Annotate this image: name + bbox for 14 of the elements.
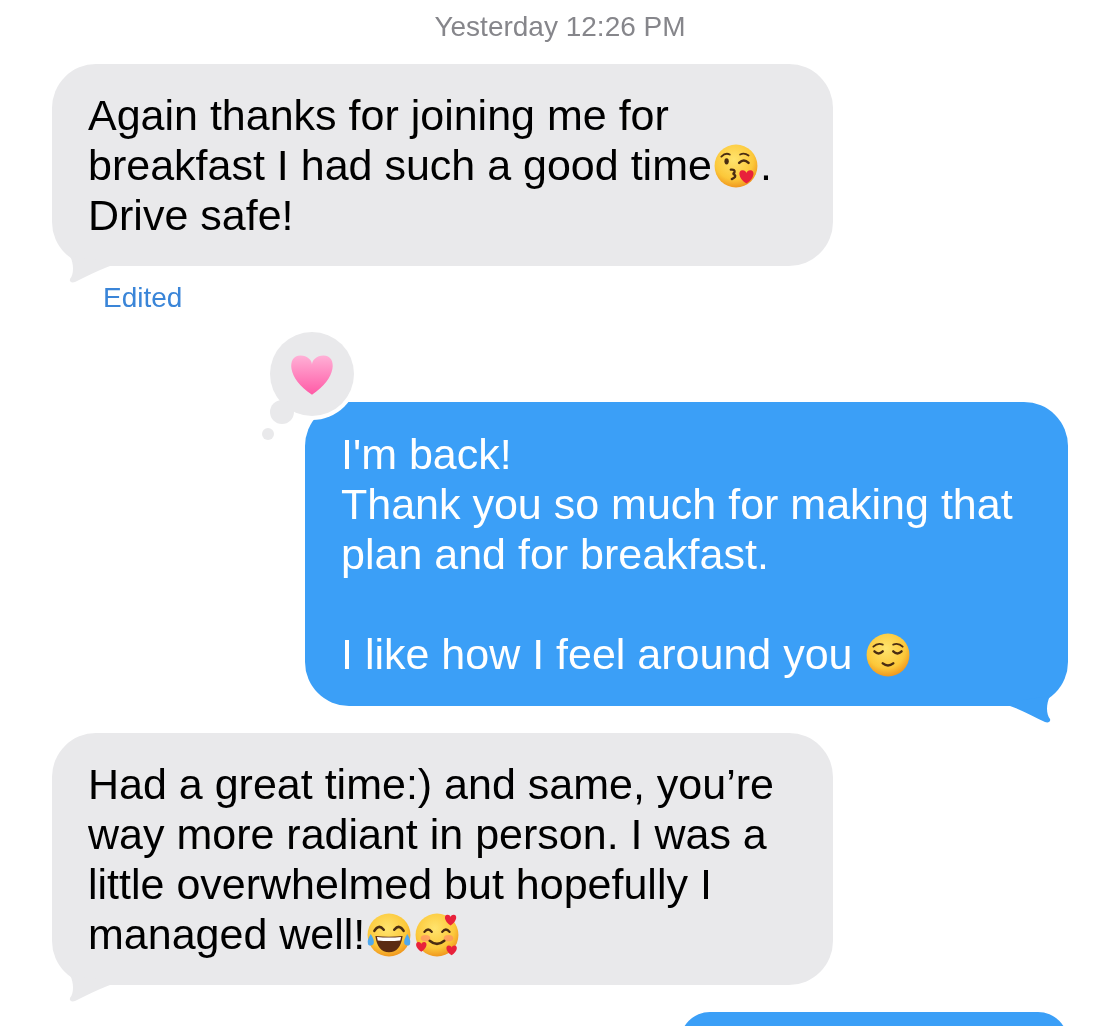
message-text: .	[759, 141, 772, 189]
message-text: Drive safe!	[88, 191, 294, 239]
message-text: I like how I feel around you	[341, 630, 854, 678]
timestamp: Yesterday 12:26 PM	[434, 10, 686, 44]
heart-icon	[291, 355, 333, 395]
laughing-tears-face-icon	[366, 912, 413, 958]
relieved-face-icon	[865, 632, 912, 678]
edited-label[interactable]: Edited	[103, 282, 183, 314]
smiling-face-hearts-icon	[414, 912, 461, 958]
message-text: managed well!	[88, 910, 366, 958]
message-text: I'm back!	[341, 430, 512, 478]
message-text: Again thanks for joining me for breakfast I had such a good time	[88, 91, 712, 189]
message-text: Thank you so much for making that plan and for breakfast.	[341, 480, 1013, 578]
kissing-face-icon	[712, 143, 759, 189]
